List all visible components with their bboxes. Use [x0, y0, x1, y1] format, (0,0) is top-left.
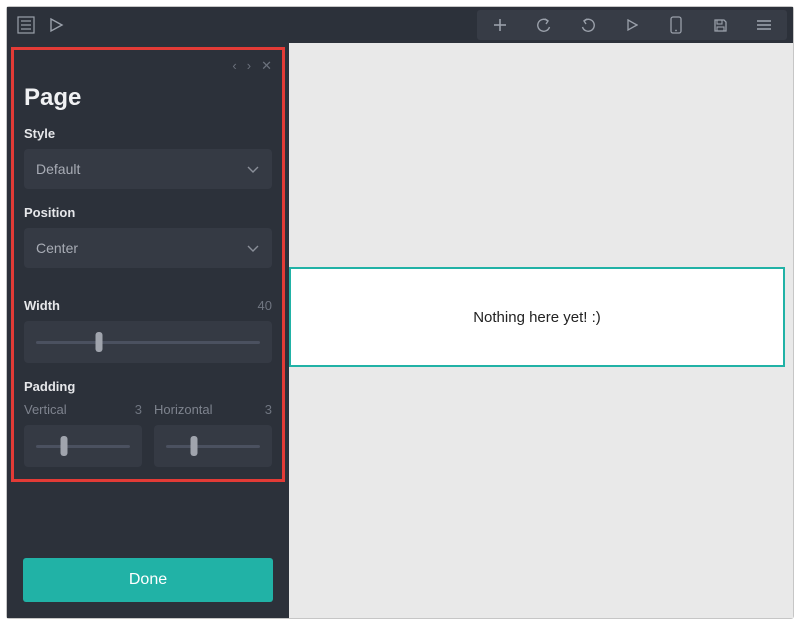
panel-close-button[interactable]: ✕ — [261, 58, 272, 78]
chevron-down-icon — [246, 243, 260, 253]
device-icon — [669, 16, 683, 34]
panel-footer: Done — [7, 542, 289, 618]
width-label: Width — [24, 298, 60, 313]
padding-horizontal-value: 3 — [265, 402, 272, 417]
position-label: Position — [24, 205, 272, 220]
panel-next-button[interactable]: › — [247, 58, 251, 78]
undo-button[interactable] — [523, 12, 565, 38]
play-button[interactable] — [43, 12, 69, 38]
more-button[interactable] — [743, 12, 785, 38]
padding-vertical-thumb[interactable] — [61, 436, 68, 456]
padding-vertical-value: 3 — [135, 402, 142, 417]
redo-button[interactable] — [567, 12, 609, 38]
panel-prev-button[interactable]: ‹ — [232, 58, 236, 78]
add-button[interactable] — [479, 12, 521, 38]
plus-icon — [493, 18, 507, 32]
hamburger-icon — [756, 19, 772, 31]
padding-vertical-slider[interactable] — [24, 425, 142, 467]
menu-button[interactable] — [13, 12, 39, 38]
save-icon — [713, 18, 728, 33]
page-placeholder-text: Nothing here yet! :) — [473, 309, 601, 326]
save-button[interactable] — [699, 12, 741, 38]
width-slider[interactable] — [24, 321, 272, 363]
width-slider-track — [36, 341, 260, 344]
play-icon — [48, 17, 64, 33]
style-select[interactable]: Default — [24, 149, 272, 189]
menu-icon — [17, 16, 35, 34]
top-toolbar — [7, 7, 793, 43]
padding-horizontal-slider[interactable] — [154, 425, 272, 467]
style-select-value: Default — [36, 161, 80, 177]
preview-button[interactable] — [611, 12, 653, 38]
padding-label: Padding — [24, 379, 272, 394]
panel-title: Page — [24, 84, 272, 112]
undo-icon — [536, 17, 552, 33]
canvas-area[interactable]: Nothing here yet! :) — [289, 43, 793, 618]
position-select-value: Center — [36, 240, 78, 256]
padding-horizontal-thumb[interactable] — [191, 436, 198, 456]
position-select[interactable]: Center — [24, 228, 272, 268]
padding-vertical-track — [36, 445, 130, 448]
toolbar-right-group — [477, 10, 787, 40]
padding-horizontal-label: Horizontal — [154, 402, 213, 417]
chevron-down-icon — [246, 164, 260, 174]
width-slider-thumb[interactable] — [95, 332, 102, 352]
page-element[interactable]: Nothing here yet! :) — [289, 267, 785, 367]
width-value: 40 — [258, 298, 272, 313]
properties-panel: ‹ › ✕ Page Style Default Position Center — [7, 43, 289, 618]
panel-nav: ‹ › ✕ — [24, 58, 272, 78]
redo-icon — [580, 17, 596, 33]
style-label: Style — [24, 126, 272, 141]
properties-panel-body: ‹ › ✕ Page Style Default Position Center — [11, 47, 285, 482]
done-button[interactable]: Done — [23, 558, 273, 602]
play-small-icon — [626, 19, 638, 31]
padding-vertical-label: Vertical — [24, 402, 67, 417]
device-button[interactable] — [655, 12, 697, 38]
padding-horizontal-track — [166, 445, 260, 448]
